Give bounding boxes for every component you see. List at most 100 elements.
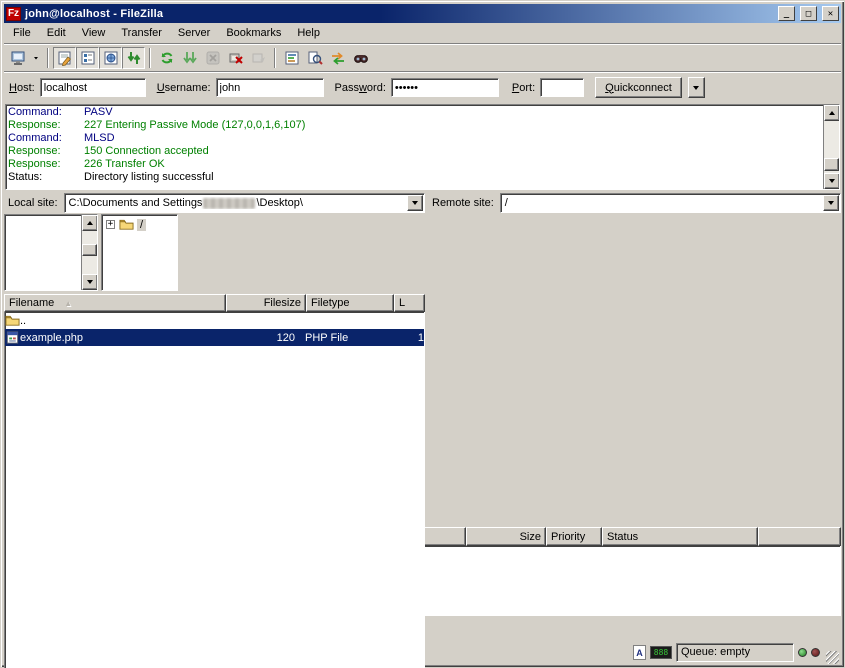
site-manager-button[interactable] — [6, 47, 29, 69]
remote-tree-view-icon — [103, 50, 119, 66]
refresh-button[interactable] — [155, 47, 178, 69]
tree-expander-icon[interactable]: + — [97, 237, 98, 246]
local-site-dropdown[interactable] — [407, 195, 423, 211]
remote-tree-item[interactable]: +/ — [106, 216, 177, 233]
file-size: 120 — [221, 332, 301, 344]
toggle-local-tree-button[interactable] — [76, 47, 99, 69]
compare-icon — [307, 50, 323, 66]
scroll-down-button[interactable] — [824, 173, 840, 189]
username-input[interactable] — [216, 78, 324, 97]
led-display-icon[interactable]: 888 — [650, 646, 672, 659]
maximize-button[interactable]: □ — [800, 6, 817, 21]
find-files-button[interactable] — [349, 47, 372, 69]
scroll-up-button[interactable] — [82, 215, 98, 231]
local-file-row[interactable]: example.php120PHP File1 — [5, 329, 424, 346]
toggle-message-log-button[interactable] — [53, 47, 76, 69]
local-tree-view-icon — [80, 50, 96, 66]
local-file-list[interactable]: ..example.php120PHP File1 — [4, 312, 425, 668]
cancel-icon — [205, 50, 221, 66]
log-view-icon — [57, 50, 73, 66]
column-header-label: L — [399, 297, 405, 309]
local-tree-scrollbar[interactable] — [81, 215, 97, 290]
menu-bookmarks[interactable]: Bookmarks — [218, 24, 289, 42]
column-header-l[interactable]: L — [394, 294, 425, 312]
data-type-icon[interactable]: A — [633, 645, 646, 660]
host-input[interactable] — [40, 78, 146, 97]
queue-column-header[interactable]: Status — [602, 527, 758, 546]
scroll-thumb[interactable] — [82, 244, 97, 256]
message-log[interactable]: Command:PASVResponse:227 Entering Passiv… — [5, 104, 840, 190]
quickconnect-dropdown[interactable] — [688, 77, 705, 98]
folder-icon — [5, 313, 20, 328]
site-manager-dropdown[interactable] — [29, 47, 43, 69]
local-site-combobox[interactable]: C:\Documents and Settings\Desktop\ — [64, 193, 425, 213]
resize-grip-icon[interactable] — [826, 651, 839, 664]
menu-file[interactable]: File — [5, 24, 39, 42]
directory-comparison-button[interactable] — [303, 47, 326, 69]
queue-column-label: Priority — [551, 531, 585, 543]
filezilla-window: Fz john@localhost - FileZilla _ □ ✕ File… — [0, 0, 845, 668]
menu-server[interactable]: Server — [170, 24, 218, 42]
log-line: Response:226 Transfer OK — [6, 158, 839, 171]
menu-view[interactable]: View — [74, 24, 114, 42]
file-name: .. — [20, 315, 221, 327]
column-header-filesize[interactable]: Filesize — [226, 294, 306, 312]
arrow-up-icon — [87, 221, 93, 225]
log-line-text: MLSD — [84, 132, 115, 145]
chevron-down-icon — [828, 201, 834, 205]
process-queue-icon — [182, 50, 198, 66]
menu-transfer[interactable]: Transfer — [113, 24, 170, 42]
quickconnect-button[interactable]: Quickconnect — [595, 77, 682, 98]
reconnect-icon — [251, 50, 267, 66]
remote-directory-tree[interactable]: +/ — [101, 214, 178, 291]
queue-column-header[interactable]: Size — [466, 527, 546, 546]
local-site-label: Local site: — [4, 197, 64, 209]
title-bar[interactable]: Fz john@localhost - FileZilla _ □ ✕ — [4, 4, 841, 23]
minimize-button[interactable]: _ — [778, 6, 795, 21]
tree-expander-icon[interactable]: + — [106, 220, 115, 229]
process-queue-button[interactable] — [178, 47, 201, 69]
scroll-thumb[interactable] — [824, 158, 839, 171]
log-line: Command:PASV — [6, 106, 839, 119]
local-path: C:\Documents and Settings\Desktop\ — [65, 197, 406, 209]
arrow-down-icon — [87, 280, 93, 284]
toggle-queue-button[interactable] — [122, 47, 145, 69]
column-header-filetype[interactable]: Filetype — [306, 294, 394, 312]
scroll-track[interactable] — [824, 121, 839, 173]
column-header-label: Filetype — [311, 297, 350, 309]
log-line-type: Response: — [8, 119, 84, 132]
scroll-track[interactable] — [82, 231, 97, 274]
log-scrollbar[interactable] — [823, 105, 839, 189]
file-name: example.php — [20, 332, 221, 344]
sync-browse-icon — [330, 50, 346, 66]
local-file-row[interactable]: .. — [5, 312, 424, 329]
port-input[interactable] — [540, 78, 584, 97]
close-button[interactable]: ✕ — [822, 6, 839, 21]
log-line: Response:150 Connection accepted — [6, 145, 839, 158]
disconnect-button[interactable] — [224, 47, 247, 69]
remote-site-combobox[interactable]: / — [500, 193, 841, 213]
file-last-modified: 1 — [389, 332, 424, 344]
tree-expander-icon[interactable]: - — [97, 271, 98, 280]
password-input[interactable] — [391, 78, 499, 97]
queue-column-header[interactable] — [758, 527, 841, 546]
activity-led-green — [798, 648, 807, 657]
local-directory-tree[interactable]: .VirtualBox+Application DataCookies-Desk… — [4, 214, 98, 291]
remote-site-dropdown[interactable] — [823, 195, 839, 211]
filter-button[interactable] — [280, 47, 303, 69]
reconnect-button[interactable] — [247, 47, 270, 69]
queue-column-header[interactable]: Priority — [546, 527, 602, 546]
toggle-remote-tree-button[interactable] — [99, 47, 122, 69]
cancel-operation-button[interactable] — [201, 47, 224, 69]
tree-line — [97, 258, 98, 259]
menu-help[interactable]: Help — [289, 24, 328, 42]
menu-edit[interactable]: Edit — [39, 24, 74, 42]
log-line: Status:Directory listing successful — [6, 171, 839, 184]
disconnect-icon — [228, 50, 244, 66]
column-header-filename[interactable]: Filename▲ — [4, 294, 226, 312]
toolbar-separator — [149, 48, 151, 68]
scroll-up-button[interactable] — [824, 105, 840, 121]
synchronized-browsing-button[interactable] — [326, 47, 349, 69]
sort-ascending-icon: ▲ — [64, 299, 72, 308]
scroll-down-button[interactable] — [82, 274, 98, 290]
